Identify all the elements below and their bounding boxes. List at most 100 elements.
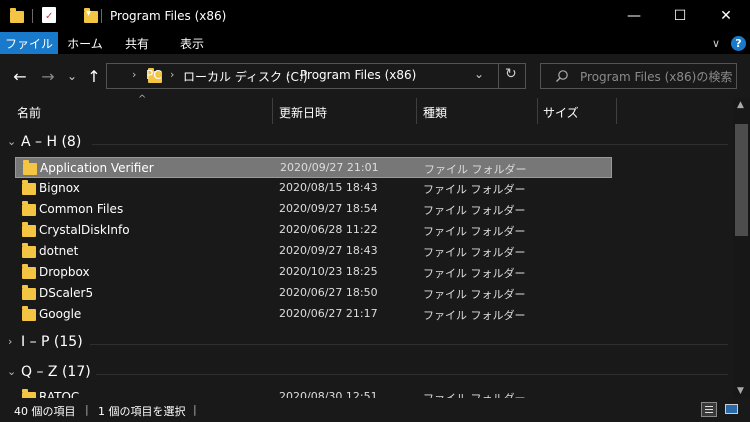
address-divider xyxy=(498,64,499,88)
file-type: ファイル フォルダー xyxy=(423,246,526,259)
file-type: ファイル フォルダー xyxy=(423,288,526,301)
group-header-q-z[interactable]: Q – Z (17) xyxy=(21,364,91,380)
file-row[interactable]: Dropbox 2020/10/23 18:25 ファイル フォルダー xyxy=(15,262,612,283)
collapse-chevron-icon[interactable]: ⌄ xyxy=(7,135,16,148)
scroll-down-icon[interactable]: ▼ xyxy=(737,386,744,396)
file-name: Google xyxy=(39,307,82,321)
file-row[interactable]: CrystalDiskInfo 2020/06/28 11:22 ファイル フォ… xyxy=(15,220,612,241)
file-name: Dropbox xyxy=(39,265,90,279)
column-header xyxy=(0,98,733,124)
group-header-i-p[interactable]: I – P (15) xyxy=(21,334,83,350)
maximize-button[interactable]: ☐ xyxy=(657,0,703,32)
sort-ascending-icon: ^ xyxy=(138,94,147,105)
file-modified: 2020/08/15 18:43 xyxy=(279,181,378,194)
group-divider xyxy=(90,344,728,345)
scrollbar-thumb[interactable] xyxy=(735,124,748,236)
up-button[interactable]: ↑ xyxy=(84,66,104,86)
file-modified: 2020/06/28 11:22 xyxy=(279,223,378,236)
selected-count: 1 個の項目を選択 xyxy=(98,405,186,418)
status-divider: | xyxy=(193,403,197,416)
column-divider[interactable] xyxy=(416,98,417,124)
tab-view[interactable]: 表示 xyxy=(168,32,216,54)
folder-icon xyxy=(10,8,24,23)
forward-button[interactable]: → xyxy=(38,66,58,86)
properties-icon[interactable]: ✓ xyxy=(42,7,56,23)
group-divider xyxy=(96,374,728,375)
file-name: Application Verifier xyxy=(40,161,154,175)
file-row[interactable]: Google 2020/06/27 21:17 ファイル フォルダー xyxy=(15,304,612,325)
folder-icon xyxy=(22,222,36,237)
file-row[interactable]: Bignox 2020/08/15 18:43 ファイル フォルダー xyxy=(15,178,612,199)
column-name[interactable]: 名前 xyxy=(17,104,41,121)
expand-chevron-icon[interactable]: › xyxy=(8,335,12,348)
address-dropdown-icon[interactable]: ⌄ xyxy=(474,67,484,81)
file-row[interactable]: RATOC 2020/08/30 12:51 ファイル フォルダー xyxy=(15,387,612,398)
column-type[interactable]: 種類 xyxy=(423,104,447,121)
folder-icon xyxy=(22,180,36,195)
tab-home[interactable]: ホーム xyxy=(62,32,108,54)
file-row[interactable]: Application Verifier 2020/09/27 21:01 ファ… xyxy=(15,157,612,178)
file-type: ファイル フォルダー xyxy=(423,267,526,280)
file-modified: 2020/08/30 12:51 xyxy=(279,390,378,398)
breadcrumb-pc[interactable]: PC xyxy=(146,68,162,82)
file-type: ファイル フォルダー xyxy=(423,309,526,322)
minimize-button[interactable]: — xyxy=(611,0,657,32)
column-divider[interactable] xyxy=(272,98,273,124)
file-row[interactable]: Common Files 2020/09/27 18:54 ファイル フォルダー xyxy=(15,199,612,220)
column-modified[interactable]: 更新日時 xyxy=(279,104,327,121)
item-count: 40 個の項目 xyxy=(14,405,76,418)
scroll-up-icon[interactable]: ▲ xyxy=(737,100,744,110)
folder-icon xyxy=(23,160,37,175)
ribbon-tabs xyxy=(0,32,750,54)
group-header-a-h[interactable]: A – H (8) xyxy=(21,134,81,150)
folder-icon xyxy=(22,306,36,321)
title-divider xyxy=(101,9,102,23)
file-name: CrystalDiskInfo xyxy=(39,223,130,237)
file-list-clip: RATOC 2020/08/30 12:51 ファイル フォルダー xyxy=(0,387,733,398)
folder-icon xyxy=(22,264,36,279)
help-icon[interactable]: ? xyxy=(731,36,746,51)
folder-icon xyxy=(22,201,36,216)
search-icon xyxy=(556,70,568,82)
file-modified: 2020/09/27 21:01 xyxy=(280,161,379,174)
back-button[interactable]: ← xyxy=(10,66,30,86)
breadcrumb-separator[interactable]: › xyxy=(170,68,174,81)
file-type: ファイル フォルダー xyxy=(424,163,527,176)
file-type: ファイル フォルダー xyxy=(423,390,526,398)
collapse-chevron-icon[interactable]: ⌄ xyxy=(7,365,16,378)
file-type: ファイル フォルダー xyxy=(423,225,526,238)
file-type: ファイル フォルダー xyxy=(423,204,526,217)
status-divider: | xyxy=(85,403,89,416)
customize-qat-icon[interactable]: ▾ xyxy=(86,8,91,19)
tab-file[interactable]: ファイル xyxy=(0,32,58,54)
recent-locations-button[interactable]: ⌄ xyxy=(64,66,80,86)
close-button[interactable]: ✕ xyxy=(703,0,749,32)
search-placeholder: Program Files (x86)の検索 xyxy=(580,70,733,84)
file-modified: 2020/06/27 21:17 xyxy=(279,307,378,320)
qat-divider xyxy=(32,9,33,23)
details-view-icon[interactable] xyxy=(701,402,717,417)
file-name: RATOC xyxy=(39,390,80,398)
ribbon-expand-icon[interactable]: ∨ xyxy=(706,32,726,54)
column-divider[interactable] xyxy=(616,98,617,124)
folder-icon xyxy=(22,243,36,258)
file-row[interactable]: dotnet 2020/09/27 18:43 ファイル フォルダー xyxy=(15,241,612,262)
breadcrumb-separator[interactable]: › xyxy=(132,68,136,81)
file-row[interactable]: DScaler5 2020/06/27 18:50 ファイル フォルダー xyxy=(15,283,612,304)
column-size[interactable]: サイズ xyxy=(543,104,579,121)
file-name: dotnet xyxy=(39,244,79,258)
file-modified: 2020/06/27 18:50 xyxy=(279,286,378,299)
column-divider[interactable] xyxy=(537,98,538,124)
file-modified: 2020/09/27 18:54 xyxy=(279,202,378,215)
window-title: Program Files (x86) xyxy=(110,9,227,23)
large-icons-view-icon[interactable] xyxy=(724,402,740,417)
refresh-icon[interactable]: ↻ xyxy=(505,66,517,82)
breadcrumb-separator[interactable]: › xyxy=(286,68,290,81)
breadcrumb-program-files[interactable]: Program Files (x86) xyxy=(300,68,416,82)
tab-share[interactable]: 共有 xyxy=(114,32,160,54)
file-name: Common Files xyxy=(39,202,124,216)
group-divider xyxy=(92,144,728,145)
file-type: ファイル フォルダー xyxy=(423,183,526,196)
file-modified: 2020/10/23 18:25 xyxy=(279,265,378,278)
file-name: DScaler5 xyxy=(39,286,94,300)
